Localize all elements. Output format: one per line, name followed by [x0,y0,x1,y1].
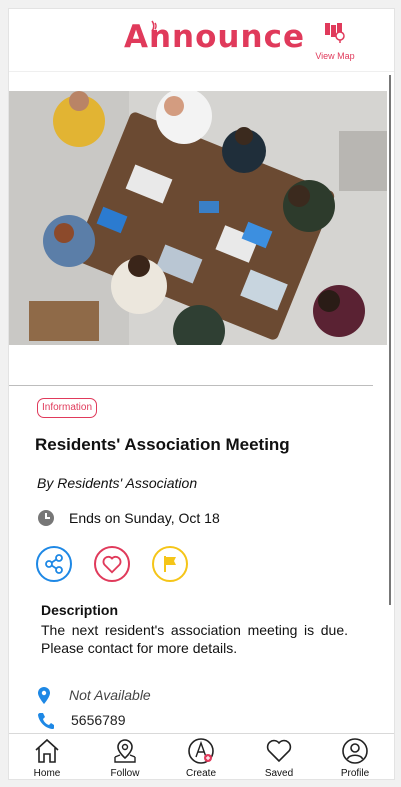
nav-profile-label: Profile [340,768,370,779]
event-image [9,91,387,345]
event-title: Residents' Association Meeting [35,435,290,454]
clock-icon [38,510,54,526]
like-button[interactable] [94,546,130,582]
event-end-date: Ends on Sunday, Oct 18 [37,509,220,527]
app-header: Announce View Map [9,9,394,72]
phone-value: 5656789 [71,712,126,728]
signal-icon [151,20,157,32]
share-button[interactable] [36,546,72,582]
description-heading: Description [41,602,119,618]
map-icon [325,23,345,43]
location-value: Not Available [69,687,151,703]
event-phone[interactable]: 5656789 [37,712,287,730]
report-button[interactable] [152,546,188,582]
heart-icon [102,555,122,574]
saved-heart-icon [266,739,292,763]
create-icon [188,738,214,764]
nav-create[interactable]: Create [171,737,231,779]
scrollbar[interactable] [389,75,391,605]
category-badge: Information [37,398,98,418]
view-map-label: View Map [315,51,355,61]
nav-home-label: Home [33,768,61,779]
action-buttons [36,546,206,586]
nav-create-label: Create [185,768,216,779]
nav-saved[interactable]: Saved [249,737,309,779]
image-spacer [9,345,387,385]
location-pin-icon [38,687,50,704]
view-map-button[interactable]: View Map [311,19,359,61]
content-divider [9,385,373,386]
nav-home[interactable]: Home [17,737,77,779]
phone-icon [38,713,54,729]
bottom-navigation: Home Follow Create Saved Profile [9,733,394,779]
nav-saved-label: Saved [264,768,294,779]
app-frame: Announce View Map Information Residents'… [8,8,395,780]
follow-pin-icon [114,739,136,763]
event-author: By Residents' Association [37,475,198,491]
description-text: The next resident's association meeting … [41,622,348,656]
nav-follow[interactable]: Follow [95,737,155,779]
home-icon [35,738,59,763]
end-date-label: Ends on Sunday, Oct 18 [69,510,220,526]
nav-profile[interactable]: Profile [325,737,385,779]
meeting-photo [9,91,387,345]
share-icon [45,554,63,574]
flag-icon [164,556,176,572]
profile-icon [342,738,368,764]
nav-follow-label: Follow [110,768,140,779]
event-location: Not Available [37,687,287,705]
